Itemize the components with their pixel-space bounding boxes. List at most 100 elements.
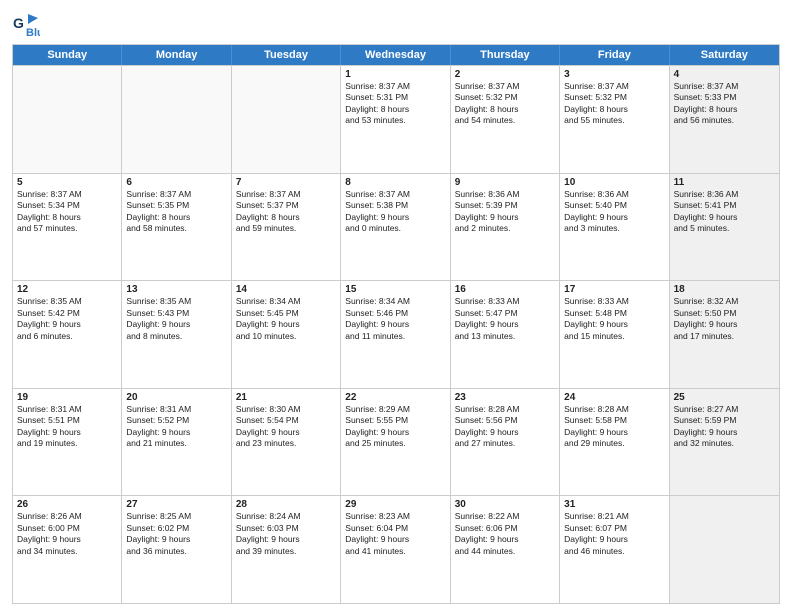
day-number: 19: [17, 392, 117, 403]
cell-info-text: Sunrise: 8:35 AM Sunset: 5:43 PM Dayligh…: [126, 296, 226, 342]
calendar: SundayMondayTuesdayWednesdayThursdayFrid…: [12, 44, 780, 604]
day-number: 13: [126, 284, 226, 295]
day-number: 10: [564, 177, 664, 188]
calendar-cell-day-25: 25Sunrise: 8:27 AM Sunset: 5:59 PM Dayli…: [670, 389, 779, 496]
calendar-cell-empty: [232, 66, 341, 173]
cell-info-text: Sunrise: 8:26 AM Sunset: 6:00 PM Dayligh…: [17, 511, 117, 557]
cell-info-text: Sunrise: 8:28 AM Sunset: 5:58 PM Dayligh…: [564, 404, 664, 450]
day-number: 5: [17, 177, 117, 188]
page-header: G Blue: [12, 10, 780, 38]
calendar-cell-day-17: 17Sunrise: 8:33 AM Sunset: 5:48 PM Dayli…: [560, 281, 669, 388]
day-number: 23: [455, 392, 555, 403]
calendar-cell-day-18: 18Sunrise: 8:32 AM Sunset: 5:50 PM Dayli…: [670, 281, 779, 388]
calendar-cell-day-24: 24Sunrise: 8:28 AM Sunset: 5:58 PM Dayli…: [560, 389, 669, 496]
day-number: 9: [455, 177, 555, 188]
day-number: 26: [17, 499, 117, 510]
weekday-header-saturday: Saturday: [670, 45, 779, 65]
weekday-header-thursday: Thursday: [451, 45, 560, 65]
calendar-cell-day-12: 12Sunrise: 8:35 AM Sunset: 5:42 PM Dayli…: [13, 281, 122, 388]
calendar-cell-day-26: 26Sunrise: 8:26 AM Sunset: 6:00 PM Dayli…: [13, 496, 122, 603]
calendar-row-4: 26Sunrise: 8:26 AM Sunset: 6:00 PM Dayli…: [13, 495, 779, 603]
day-number: 1: [345, 69, 445, 80]
cell-info-text: Sunrise: 8:36 AM Sunset: 5:40 PM Dayligh…: [564, 189, 664, 235]
day-number: 25: [674, 392, 775, 403]
cell-info-text: Sunrise: 8:37 AM Sunset: 5:35 PM Dayligh…: [126, 189, 226, 235]
cell-info-text: Sunrise: 8:37 AM Sunset: 5:32 PM Dayligh…: [564, 81, 664, 127]
calendar-cell-day-27: 27Sunrise: 8:25 AM Sunset: 6:02 PM Dayli…: [122, 496, 231, 603]
calendar-cell-day-23: 23Sunrise: 8:28 AM Sunset: 5:56 PM Dayli…: [451, 389, 560, 496]
cell-info-text: Sunrise: 8:33 AM Sunset: 5:48 PM Dayligh…: [564, 296, 664, 342]
calendar-cell-day-14: 14Sunrise: 8:34 AM Sunset: 5:45 PM Dayli…: [232, 281, 341, 388]
calendar-cell-day-29: 29Sunrise: 8:23 AM Sunset: 6:04 PM Dayli…: [341, 496, 450, 603]
calendar-cell-day-10: 10Sunrise: 8:36 AM Sunset: 5:40 PM Dayli…: [560, 174, 669, 281]
day-number: 22: [345, 392, 445, 403]
cell-info-text: Sunrise: 8:27 AM Sunset: 5:59 PM Dayligh…: [674, 404, 775, 450]
cell-info-text: Sunrise: 8:22 AM Sunset: 6:06 PM Dayligh…: [455, 511, 555, 557]
weekday-header-friday: Friday: [560, 45, 669, 65]
day-number: 17: [564, 284, 664, 295]
calendar-cell-day-22: 22Sunrise: 8:29 AM Sunset: 5:55 PM Dayli…: [341, 389, 450, 496]
cell-info-text: Sunrise: 8:34 AM Sunset: 5:45 PM Dayligh…: [236, 296, 336, 342]
calendar-cell-day-9: 9Sunrise: 8:36 AM Sunset: 5:39 PM Daylig…: [451, 174, 560, 281]
cell-info-text: Sunrise: 8:25 AM Sunset: 6:02 PM Dayligh…: [126, 511, 226, 557]
cell-info-text: Sunrise: 8:28 AM Sunset: 5:56 PM Dayligh…: [455, 404, 555, 450]
day-number: 30: [455, 499, 555, 510]
day-number: 29: [345, 499, 445, 510]
cell-info-text: Sunrise: 8:24 AM Sunset: 6:03 PM Dayligh…: [236, 511, 336, 557]
day-number: 2: [455, 69, 555, 80]
cell-info-text: Sunrise: 8:37 AM Sunset: 5:34 PM Dayligh…: [17, 189, 117, 235]
calendar-row-3: 19Sunrise: 8:31 AM Sunset: 5:51 PM Dayli…: [13, 388, 779, 496]
day-number: 27: [126, 499, 226, 510]
calendar-row-2: 12Sunrise: 8:35 AM Sunset: 5:42 PM Dayli…: [13, 280, 779, 388]
cell-info-text: Sunrise: 8:36 AM Sunset: 5:39 PM Dayligh…: [455, 189, 555, 235]
cell-info-text: Sunrise: 8:32 AM Sunset: 5:50 PM Dayligh…: [674, 296, 775, 342]
calendar-cell-day-15: 15Sunrise: 8:34 AM Sunset: 5:46 PM Dayli…: [341, 281, 450, 388]
weekday-header-tuesday: Tuesday: [232, 45, 341, 65]
calendar-cell-empty: [122, 66, 231, 173]
weekday-header-sunday: Sunday: [13, 45, 122, 65]
logo-icon: G Blue: [12, 10, 40, 38]
day-number: 21: [236, 392, 336, 403]
day-number: 6: [126, 177, 226, 188]
day-number: 11: [674, 177, 775, 188]
day-number: 7: [236, 177, 336, 188]
calendar-cell-day-20: 20Sunrise: 8:31 AM Sunset: 5:52 PM Dayli…: [122, 389, 231, 496]
cell-info-text: Sunrise: 8:35 AM Sunset: 5:42 PM Dayligh…: [17, 296, 117, 342]
day-number: 12: [17, 284, 117, 295]
day-number: 8: [345, 177, 445, 188]
calendar-body: 1Sunrise: 8:37 AM Sunset: 5:31 PM Daylig…: [13, 65, 779, 603]
calendar-cell-day-30: 30Sunrise: 8:22 AM Sunset: 6:06 PM Dayli…: [451, 496, 560, 603]
calendar-row-1: 5Sunrise: 8:37 AM Sunset: 5:34 PM Daylig…: [13, 173, 779, 281]
cell-info-text: Sunrise: 8:33 AM Sunset: 5:47 PM Dayligh…: [455, 296, 555, 342]
cell-info-text: Sunrise: 8:37 AM Sunset: 5:31 PM Dayligh…: [345, 81, 445, 127]
cell-info-text: Sunrise: 8:30 AM Sunset: 5:54 PM Dayligh…: [236, 404, 336, 450]
day-number: 3: [564, 69, 664, 80]
weekday-header-monday: Monday: [122, 45, 231, 65]
calendar-cell-day-8: 8Sunrise: 8:37 AM Sunset: 5:38 PM Daylig…: [341, 174, 450, 281]
calendar-header: SundayMondayTuesdayWednesdayThursdayFrid…: [13, 45, 779, 65]
cell-info-text: Sunrise: 8:23 AM Sunset: 6:04 PM Dayligh…: [345, 511, 445, 557]
calendar-cell-day-1: 1Sunrise: 8:37 AM Sunset: 5:31 PM Daylig…: [341, 66, 450, 173]
calendar-cell-day-13: 13Sunrise: 8:35 AM Sunset: 5:43 PM Dayli…: [122, 281, 231, 388]
calendar-cell-day-2: 2Sunrise: 8:37 AM Sunset: 5:32 PM Daylig…: [451, 66, 560, 173]
calendar-cell-empty: [13, 66, 122, 173]
cell-info-text: Sunrise: 8:31 AM Sunset: 5:52 PM Dayligh…: [126, 404, 226, 450]
calendar-cell-day-11: 11Sunrise: 8:36 AM Sunset: 5:41 PM Dayli…: [670, 174, 779, 281]
day-number: 16: [455, 284, 555, 295]
cell-info-text: Sunrise: 8:36 AM Sunset: 5:41 PM Dayligh…: [674, 189, 775, 235]
calendar-row-0: 1Sunrise: 8:37 AM Sunset: 5:31 PM Daylig…: [13, 65, 779, 173]
logo: G Blue: [12, 10, 44, 38]
cell-info-text: Sunrise: 8:34 AM Sunset: 5:46 PM Dayligh…: [345, 296, 445, 342]
weekday-header-wednesday: Wednesday: [341, 45, 450, 65]
day-number: 20: [126, 392, 226, 403]
cell-info-text: Sunrise: 8:21 AM Sunset: 6:07 PM Dayligh…: [564, 511, 664, 557]
calendar-cell-day-7: 7Sunrise: 8:37 AM Sunset: 5:37 PM Daylig…: [232, 174, 341, 281]
calendar-cell-day-3: 3Sunrise: 8:37 AM Sunset: 5:32 PM Daylig…: [560, 66, 669, 173]
calendar-cell-day-19: 19Sunrise: 8:31 AM Sunset: 5:51 PM Dayli…: [13, 389, 122, 496]
day-number: 15: [345, 284, 445, 295]
calendar-cell-day-16: 16Sunrise: 8:33 AM Sunset: 5:47 PM Dayli…: [451, 281, 560, 388]
day-number: 4: [674, 69, 775, 80]
cell-info-text: Sunrise: 8:29 AM Sunset: 5:55 PM Dayligh…: [345, 404, 445, 450]
calendar-cell-day-4: 4Sunrise: 8:37 AM Sunset: 5:33 PM Daylig…: [670, 66, 779, 173]
cell-info-text: Sunrise: 8:37 AM Sunset: 5:33 PM Dayligh…: [674, 81, 775, 127]
